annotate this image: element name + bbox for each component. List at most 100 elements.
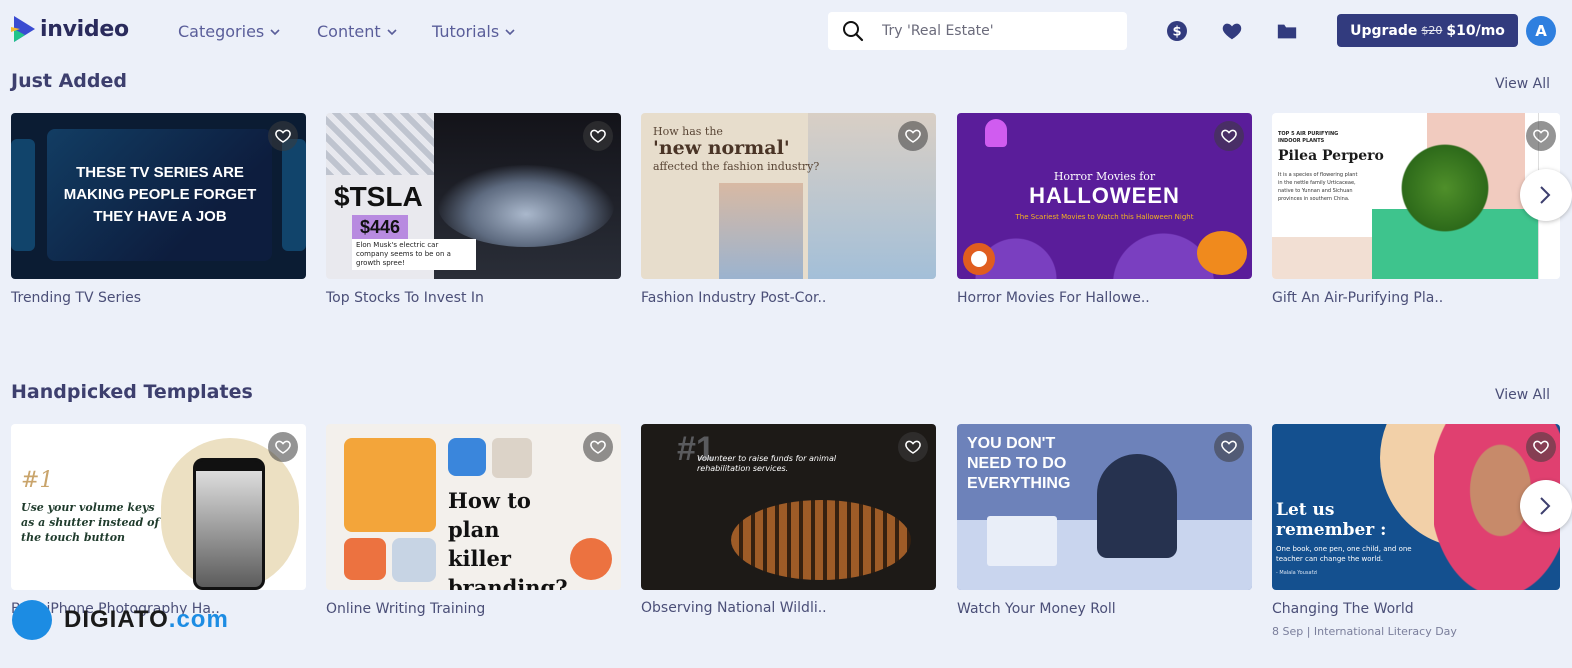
section-title-handpicked: Handpicked Templates xyxy=(11,381,253,403)
card-art xyxy=(570,538,612,580)
card-title[interactable]: Top Stocks To Invest In xyxy=(326,290,484,306)
logo-mark-icon xyxy=(11,16,35,42)
plant-icon xyxy=(1400,133,1490,243)
template-card[interactable]: How has the 'new normal' affected the fa… xyxy=(641,113,936,279)
nav-label: Tutorials xyxy=(432,22,500,41)
favorite-button[interactable] xyxy=(898,432,928,462)
template-card[interactable]: How to plan killer branding? xyxy=(326,424,621,590)
template-card[interactable]: Horror Movies for HALLOWEEN The Scariest… xyxy=(957,113,1252,279)
template-card[interactable]: YOU DON'T NEED TO DO EVERYTHING xyxy=(957,424,1252,590)
card-art-text: THESE TV SERIES ARE MAKING PEOPLE FORGET… xyxy=(63,164,257,225)
heart-icon[interactable] xyxy=(1221,20,1243,42)
ghost-icon xyxy=(985,119,1007,147)
view-all-link[interactable]: View All xyxy=(1495,76,1550,92)
card-art-text: $TSLA xyxy=(334,181,423,212)
invideo-logo[interactable]: invideo xyxy=(11,14,129,44)
nav-categories[interactable]: Categories xyxy=(178,22,280,41)
card-art-text: Pilea Perpero xyxy=(1278,148,1384,164)
card-art-text: It is a species of flowering plant in th… xyxy=(1278,172,1358,202)
card-title[interactable]: Fashion Industry Post-Cor.. xyxy=(641,290,826,306)
favorite-button[interactable] xyxy=(583,121,613,151)
favorite-button[interactable] xyxy=(583,432,613,462)
nav-content[interactable]: Content xyxy=(317,22,397,41)
card-art-text: TOP 5 AIR PURIFYING xyxy=(1278,131,1339,137)
heart-outline-icon xyxy=(590,440,606,454)
logo-text: invideo xyxy=(40,16,129,42)
card-art-text: One book, one pen, one child, and one te… xyxy=(1276,545,1412,563)
watermark-mark-icon xyxy=(12,600,52,640)
search-icon[interactable] xyxy=(842,20,864,42)
card-art-text: YOU DON'T NEED TO DO EVERYTHING xyxy=(967,435,1071,492)
card-title[interactable]: Gift An Air-Purifying Pla.. xyxy=(1272,290,1443,306)
laptop-icon xyxy=(987,516,1057,566)
card-art xyxy=(196,471,262,587)
card-title[interactable]: Online Writing Training xyxy=(326,601,485,617)
phone-icon xyxy=(193,458,265,590)
favorite-button[interactable] xyxy=(268,432,298,462)
card-title[interactable]: Observing National Wildli.. xyxy=(641,600,827,616)
favorite-button[interactable] xyxy=(268,121,298,151)
template-card[interactable]: TOP 5 AIR PURIFYING INDOOR PLANTS Pilea … xyxy=(1272,113,1560,279)
card-art xyxy=(326,113,434,175)
heart-outline-icon xyxy=(275,440,291,454)
watermark-domain: .com xyxy=(168,606,229,633)
dollar-icon[interactable]: $ xyxy=(1166,20,1188,42)
chevron-down-icon xyxy=(505,28,515,35)
card-art xyxy=(438,165,614,247)
heart-outline-icon xyxy=(1533,129,1549,143)
new-price: $10/mo xyxy=(1446,22,1505,39)
watermark-name: DIGIATO xyxy=(64,606,169,633)
avatar[interactable]: A xyxy=(1526,16,1556,46)
watermark-logo: DIGIATO.com xyxy=(12,600,229,640)
heart-outline-icon xyxy=(275,129,291,143)
favorite-button[interactable] xyxy=(1526,432,1556,462)
card-title[interactable]: Trending TV Series xyxy=(11,290,141,306)
template-card[interactable]: #1 Volunteer to raise funds for animal r… xyxy=(641,424,936,590)
heart-outline-icon xyxy=(1221,129,1237,143)
view-all-link[interactable]: View All xyxy=(1495,387,1550,403)
nav-tutorials[interactable]: Tutorials xyxy=(432,22,515,41)
card-art-text: #1 xyxy=(21,468,54,493)
search-bar[interactable] xyxy=(828,12,1127,50)
heart-outline-icon xyxy=(590,129,606,143)
card-art-text: Horror Movies for xyxy=(1053,170,1156,183)
card-art-text: Let us remember : xyxy=(1276,500,1387,540)
template-card[interactable]: #1 Use your volume keys as a shutter ins… xyxy=(11,424,306,590)
card-subtitle: 8 Sep | International Literacy Day xyxy=(1272,625,1457,638)
card-art xyxy=(344,538,386,580)
card-art-text: INDOOR PLANTS xyxy=(1278,138,1325,144)
chevron-right-icon xyxy=(1540,186,1551,204)
favorite-button[interactable] xyxy=(1526,121,1556,151)
card-art xyxy=(1272,237,1372,279)
upgrade-button[interactable]: Upgrade $20 $10/mo xyxy=(1337,14,1518,47)
card-title[interactable]: Changing The World xyxy=(1272,601,1414,617)
old-price: $20 xyxy=(1421,24,1443,37)
card-title[interactable]: Horror Movies For Hallowe.. xyxy=(957,290,1150,306)
tiger-image xyxy=(731,500,911,580)
template-card[interactable]: THESE TV SERIES ARE MAKING PEOPLE FORGET… xyxy=(11,113,306,279)
svg-text:$: $ xyxy=(1172,25,1181,40)
card-art-text: 'new normal' xyxy=(653,137,790,159)
search-input[interactable] xyxy=(882,21,1112,41)
favorite-button[interactable] xyxy=(1214,432,1244,462)
favorite-button[interactable] xyxy=(1214,121,1244,151)
card-art-text: Volunteer to raise funds for animal reha… xyxy=(697,454,837,473)
card-art xyxy=(11,139,35,251)
card-art xyxy=(492,438,532,478)
template-card[interactable]: Let us remember : One book, one pen, one… xyxy=(1272,424,1560,590)
carousel-next-button[interactable] xyxy=(1520,169,1572,221)
carousel-next-button[interactable] xyxy=(1520,480,1572,532)
watermark-text: DIGIATO.com xyxy=(64,606,229,634)
template-card[interactable]: $TSLA $446 Elon Musk's electric car comp… xyxy=(326,113,621,279)
card-art-text: HALLOWEEN xyxy=(1029,183,1180,208)
chevron-down-icon xyxy=(270,28,280,35)
favorite-button[interactable] xyxy=(898,121,928,151)
card-art-text: The Scariest Movies to Watch this Hallow… xyxy=(1015,213,1194,221)
chevron-right-icon xyxy=(1540,497,1551,515)
heart-outline-icon xyxy=(1221,440,1237,454)
card-title[interactable]: Watch Your Money Roll xyxy=(957,601,1116,617)
folder-icon[interactable] xyxy=(1276,20,1298,42)
card-art xyxy=(392,538,436,582)
heart-outline-icon xyxy=(905,440,921,454)
card-art xyxy=(719,183,803,279)
